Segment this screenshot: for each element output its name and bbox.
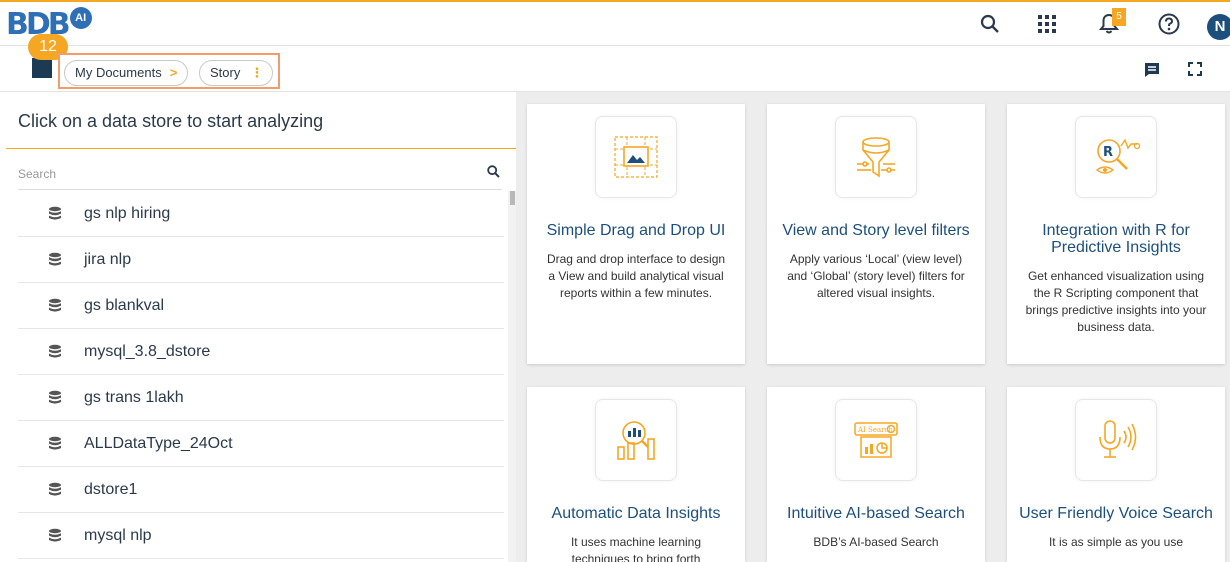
- feature-card: R Integration with R for Predictive Insi…: [1007, 104, 1225, 364]
- database-icon: [48, 206, 62, 222]
- database-icon: [48, 436, 62, 452]
- list-scrollbar[interactable]: [508, 191, 516, 562]
- datastore-name: ALLDataType_24Oct: [84, 434, 233, 452]
- datastore-name: mysql_3.8_dstore: [84, 342, 211, 360]
- search-icon[interactable]: [975, 9, 1005, 39]
- breadcrumb-item-story[interactable]: Story ⋮: [199, 60, 274, 86]
- apps-grid-icon[interactable]: [1032, 9, 1062, 39]
- svg-text:R: R: [1103, 145, 1113, 160]
- list-item[interactable]: mysql nlp: [18, 513, 504, 559]
- list-item[interactable]: gs trans 1lakh: [18, 375, 504, 421]
- search-icon[interactable]: [487, 165, 500, 183]
- drag-drop-icon: [595, 116, 677, 198]
- list-item[interactable]: gs nlp hiring: [18, 191, 504, 237]
- database-icon: [48, 298, 62, 314]
- feature-card: User Friendly Voice Search It is as simp…: [1007, 387, 1225, 562]
- chevron-right-icon: >: [169, 65, 178, 80]
- r-integration-icon: R: [1075, 116, 1157, 198]
- list-item[interactable]: jira nlp: [18, 237, 504, 283]
- database-icon: [48, 528, 62, 544]
- sidebar-toggle-button[interactable]: [32, 58, 52, 78]
- logo-ai-badge: AI: [69, 7, 92, 29]
- feature-description: Apply various ‘Local’ (view level) and ‘…: [787, 252, 965, 300]
- feature-title: Integration with R for Predictive Insigh…: [1042, 222, 1190, 256]
- feature-description: Drag and drop interface to design a View…: [546, 252, 726, 300]
- datastore-name: gs nlp hiring: [84, 204, 171, 222]
- datastore-name: dstore1: [84, 480, 138, 498]
- datastore-name: jira nlp: [84, 250, 132, 268]
- feature-card: View and Story level filters Apply vario…: [767, 104, 985, 364]
- search-input[interactable]: [18, 160, 458, 188]
- feature-description: It uses machine learning techniques to b…: [570, 535, 702, 562]
- feature-description: BDB’s AI-based Search: [813, 535, 939, 549]
- list-item[interactable]: ALLDataType_24Oct: [18, 421, 504, 467]
- breadcrumb-item-my-documents[interactable]: My Documents >: [64, 60, 189, 86]
- user-avatar[interactable]: N: [1207, 14, 1230, 40]
- feature-description: Get enhanced visualization using the R S…: [1025, 269, 1207, 334]
- panel-title: Click on a data store to start analyzing: [18, 111, 324, 131]
- list-item[interactable]: gs blankval: [18, 283, 504, 329]
- feature-title: Automatic Data Insights: [551, 505, 721, 522]
- top-bar: BDB AI 5 N: [0, 0, 1230, 46]
- more-vertical-icon[interactable]: ⋮: [250, 65, 263, 80]
- help-icon[interactable]: [1154, 9, 1184, 39]
- comment-icon[interactable]: [1144, 62, 1160, 78]
- breadcrumb-label: Story: [210, 65, 241, 80]
- feature-card: Simple Drag and Drop UI Drag and drop in…: [527, 104, 745, 364]
- database-icon: [48, 482, 62, 498]
- feature-card: AI Search Intuitive AI-based Search BDB’…: [767, 387, 985, 562]
- feature-title: Intuitive AI-based Search: [787, 505, 965, 522]
- scrollbar-thumb[interactable]: [510, 191, 515, 205]
- data-insights-icon: [595, 399, 677, 481]
- notification-count-badge: 5: [1112, 8, 1126, 26]
- database-icon: [48, 252, 62, 268]
- database-icon: [48, 344, 62, 360]
- feature-title: User Friendly Voice Search: [1019, 505, 1213, 522]
- database-icon: [48, 390, 62, 406]
- feature-card: Automatic Data Insights It uses machine …: [527, 387, 745, 562]
- datastore-name: gs trans 1lakh: [84, 388, 184, 406]
- datastore-name: gs blankval: [84, 296, 165, 314]
- feature-description: It is as simple as you use: [1048, 535, 1184, 549]
- datastore-name: mysql nlp: [84, 526, 152, 544]
- feature-title: View and Story level filters: [782, 222, 970, 239]
- datastore-search: [18, 160, 502, 190]
- feature-title: Simple Drag and Drop UI: [546, 222, 726, 239]
- breadcrumb: My Documents > Story ⋮: [58, 53, 280, 89]
- fullscreen-icon[interactable]: [1188, 62, 1204, 78]
- breadcrumb-label: My Documents: [75, 65, 162, 80]
- list-item[interactable]: mysql_3.8_dstore: [18, 329, 504, 375]
- panel-divider: [6, 148, 516, 149]
- list-item[interactable]: dstore1: [18, 467, 504, 513]
- ai-search-icon: AI Search: [835, 399, 917, 481]
- filter-icon: [835, 116, 917, 198]
- datastore-list: gs nlp hiring jira nlp gs blankval mysql…: [18, 191, 504, 559]
- voice-search-icon: [1075, 399, 1157, 481]
